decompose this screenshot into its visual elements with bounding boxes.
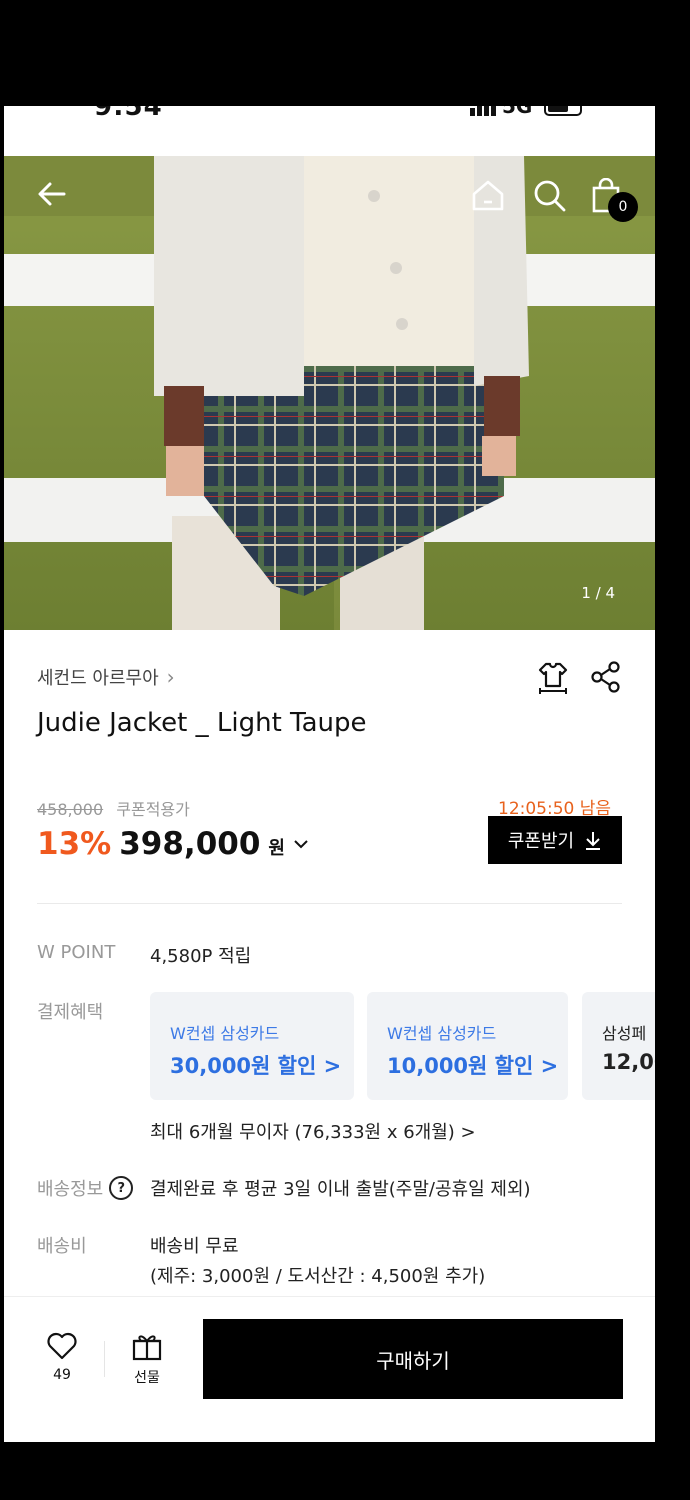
card-discount: 10,000원 할인 > [387, 1054, 559, 1078]
original-price: 458,000 [37, 800, 104, 819]
chevron-right-icon: › [166, 665, 175, 689]
sale-price: 398,000 [119, 826, 261, 862]
cart-badge: 0 [608, 192, 638, 222]
original-price-row: 458,000 쿠폰적용가 [37, 796, 190, 820]
app-screen: 9:54 5G 0 1 / 4 세컨드 아르무아 › Judie Jacket … [4, 106, 655, 1442]
chevron-down-icon [294, 839, 308, 848]
help-icon[interactable]: ? [109, 1176, 134, 1200]
shipping-info-label: 배송정보 [37, 1179, 104, 1200]
shipping-fee-note: (제주: 3,000원 / 도서산간 : 4,500원 추가) [150, 1266, 486, 1287]
cart-button[interactable]: 0 [590, 177, 638, 222]
gift-icon [132, 1335, 162, 1361]
arrow-left-icon [38, 182, 66, 206]
share-button[interactable] [590, 660, 622, 698]
size-guide-button[interactable] [536, 660, 570, 698]
card-issuer: 삼성페 [602, 1024, 647, 1043]
card-issuer: W컨셉 삼성카드 [170, 1024, 280, 1043]
status-indicators: 5G [470, 106, 583, 118]
image-counter: 1 / 4 [581, 584, 615, 602]
share-icon [591, 661, 620, 693]
shipping-info-label-row: 배송정보 ? [37, 1175, 134, 1201]
brand-name: 세컨드 아르무아 [37, 668, 159, 689]
like-count: 49 [53, 1367, 71, 1383]
product-photo [4, 156, 655, 630]
home-button[interactable] [470, 178, 506, 216]
back-button[interactable] [34, 176, 70, 216]
installment-link[interactable]: 최대 6개월 무이자 (76,333원 x 6개월) > [150, 1118, 476, 1144]
download-icon [586, 832, 601, 850]
wpoint-value: 4,580P 적립 [150, 946, 252, 967]
status-bar: 9:54 5G [4, 106, 655, 156]
shipping-fee-value: 배송비 무료 [150, 1236, 239, 1257]
gift-label: 선물 [134, 1370, 160, 1386]
brand-link[interactable]: 세컨드 아르무아 › [37, 664, 175, 690]
payment-benefit-label: 결제혜택 [37, 1002, 104, 1023]
bar-separator [104, 1341, 105, 1377]
price-detail-toggle[interactable] [293, 835, 309, 854]
payment-card-3[interactable]: 삼성페 12,00 [582, 992, 655, 1100]
shipping-info-value: 결제완료 후 평균 3일 이내 출발(주말/공휴일 제외) [150, 1179, 531, 1200]
product-title: Judie Jacket _ Light Taupe [37, 708, 367, 738]
discount-percent: 13% [37, 826, 112, 862]
like-button[interactable]: 49 [44, 1331, 80, 1383]
shirt-icon [538, 662, 568, 694]
card-issuer: W컨셉 삼성카드 [387, 1024, 497, 1043]
card-discount: 30,000원 할인 > [170, 1054, 342, 1078]
search-icon [534, 180, 566, 212]
price-row: 13% 398,000 원 [37, 826, 309, 862]
get-coupon-label: 쿠폰받기 [507, 831, 575, 851]
currency-label: 원 [268, 838, 285, 859]
section-divider [37, 903, 622, 904]
search-button[interactable] [532, 178, 568, 218]
status-time: 9:54 [94, 106, 163, 122]
product-actions [536, 660, 622, 698]
buy-button[interactable]: 구매하기 [203, 1319, 623, 1399]
product-image-carousel[interactable]: 0 1 / 4 [4, 156, 655, 630]
coupon-price-label: 쿠폰적용가 [116, 800, 190, 819]
bottom-action-bar: 49 선물 구매하기 [4, 1296, 655, 1442]
card-discount: 12,00 [602, 1050, 655, 1074]
payment-card-2[interactable]: W컨셉 삼성카드 10,000원 할인 > [367, 992, 568, 1100]
shipping-fee-label: 배송비 [37, 1236, 87, 1257]
battery-icon [544, 106, 583, 116]
get-coupon-button[interactable]: 쿠폰받기 [488, 816, 622, 864]
home-icon [472, 180, 504, 211]
wpoint-label: W POINT [37, 942, 116, 963]
signal-icon [470, 106, 496, 116]
payment-card-1[interactable]: W컨셉 삼성카드 30,000원 할인 > [150, 992, 354, 1100]
heart-icon [47, 1332, 77, 1360]
gift-button[interactable]: 선물 [128, 1331, 166, 1387]
network-label: 5G [502, 106, 533, 118]
